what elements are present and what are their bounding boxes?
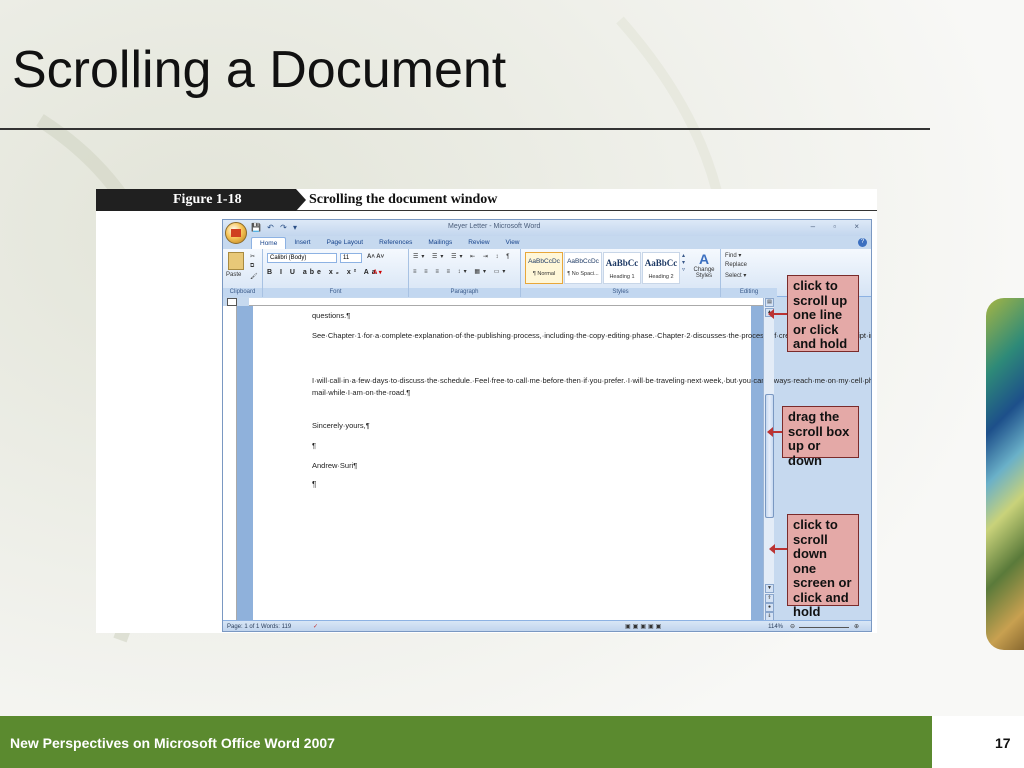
select-button[interactable]: Select ▾ xyxy=(725,272,746,279)
vertical-scrollbar[interactable]: ▤ ▲ ▼ ⇑ ● ⇓ xyxy=(763,298,774,621)
style-no-spacing[interactable]: AaBbCcDc ¶ No Spaci... xyxy=(564,252,602,284)
copy-icon[interactable]: ⧉ xyxy=(250,263,254,270)
figure: Figure 1-18 Scrolling the document windo… xyxy=(96,189,877,633)
style-normal[interactable]: AaBbCcDc ¶ Normal xyxy=(525,252,563,284)
font-size-box[interactable]: 11 xyxy=(340,253,362,263)
cut-icon[interactable]: ✂ xyxy=(250,253,255,260)
window-controls[interactable]: – ▫ × xyxy=(811,222,867,231)
office-logo-icon xyxy=(231,229,241,237)
tab-insert[interactable]: Insert xyxy=(286,237,318,249)
vertical-ruler[interactable] xyxy=(223,306,237,620)
zoom-level[interactable]: 114% xyxy=(768,624,783,630)
scroll-box[interactable] xyxy=(765,394,774,518)
group-paragraph: ☰▾ ☰▾ ☰▾ ⇤ ⇥ ↕ ¶ ≡ ≡ ≡ ≡ ↕▾ ▦▾ ▭▾ Paragr… xyxy=(409,249,521,297)
style-heading-2[interactable]: AaBbCc Heading 2 xyxy=(642,252,680,284)
change-styles-label: Change Styles xyxy=(693,267,715,279)
figure-label-arrow xyxy=(296,189,306,211)
peacock-feather-decoration xyxy=(986,298,1024,650)
status-page-words[interactable]: Page: 1 of 1 Words: 119 xyxy=(227,624,291,630)
format-painter-icon[interactable]: 🖌 xyxy=(250,273,258,280)
doc-closing: Sincerely·yours,¶ xyxy=(312,421,370,430)
tab-page-layout[interactable]: Page Layout xyxy=(319,237,372,249)
group-label-editing: Editing xyxy=(721,288,777,297)
help-icon[interactable]: ? xyxy=(858,238,867,247)
zoom-slider[interactable] xyxy=(799,627,849,628)
title-divider xyxy=(0,128,930,130)
find-button[interactable]: Find ▾ xyxy=(725,252,741,259)
view-buttons-icon[interactable]: ▣▣▣▣▣ xyxy=(625,623,663,630)
style-preview: AaBbCc xyxy=(644,258,678,268)
change-styles-button[interactable]: A Change Styles xyxy=(689,251,719,279)
zoom-out-icon[interactable]: ⊖ xyxy=(790,623,795,630)
callout-scroll-box: drag the scroll box up or down xyxy=(782,406,859,467)
tab-mailings[interactable]: Mailings xyxy=(420,237,460,249)
font-format-buttons[interactable]: B I U abe x₂ x² Aa xyxy=(267,269,379,276)
ribbon: Paste ✂ ⧉ 🖌 Clipboard Calibri (Body) 11 … xyxy=(223,249,871,297)
slide-title: Scrolling a Document xyxy=(12,41,507,99)
group-label-font: Font xyxy=(263,288,408,297)
browse-object-icon[interactable]: ● xyxy=(765,603,774,612)
ribbon-tabs: Home Insert Page Layout References Maili… xyxy=(251,237,528,249)
callout-scroll-down: click to scroll down one screen or click… xyxy=(787,514,859,619)
style-name: ¶ No Spaci... xyxy=(567,271,599,277)
paste-icon[interactable] xyxy=(228,252,244,270)
office-button[interactable] xyxy=(225,222,247,244)
alignment-buttons-icon[interactable]: ≡ ≡ ≡ ≡ ↕▾ ▦▾ ▭▾ xyxy=(413,268,508,275)
figure-caption: Scrolling the document window xyxy=(309,192,498,207)
styles-scroll-icon[interactable]: ▴ ▾ ▿ xyxy=(682,252,685,273)
style-heading-1[interactable]: AaBbCc Heading 1 xyxy=(603,252,641,284)
group-styles: AaBbCcDc ¶ Normal AaBbCcDc ¶ No Spaci...… xyxy=(521,249,721,297)
horizontal-ruler[interactable] xyxy=(249,298,769,306)
footer-text: New Perspectives on Microsoft Office Wor… xyxy=(10,735,335,751)
previous-page-icon[interactable]: ⇑ xyxy=(765,594,774,603)
doc-paragraph-3: I·will·call·in·a·few·days·to·discuss·the… xyxy=(312,376,872,397)
document-page[interactable]: questions.¶ See·Chapter·1·for·a·complete… xyxy=(253,306,872,620)
list-buttons-icon[interactable]: ☰▾ ☰▾ ☰▾ ⇤ ⇥ ↕ ¶ xyxy=(413,253,512,260)
style-preview: AaBbCc xyxy=(605,258,639,268)
change-styles-icon: A xyxy=(698,251,710,267)
callout-scroll-up: click to scroll up one line or click and… xyxy=(787,275,859,352)
tab-selector[interactable] xyxy=(227,298,237,306)
ruler-toggle-icon[interactable]: ▤ xyxy=(765,298,774,307)
doc-blank-line: ¶ xyxy=(312,441,317,450)
proofing-icon[interactable]: ✓ xyxy=(313,623,318,630)
tab-references[interactable]: References xyxy=(371,237,420,249)
slide-number: 17 xyxy=(995,735,1011,751)
style-name: ¶ Normal xyxy=(532,271,556,277)
doc-signature: Andrew·Suri¶ xyxy=(312,461,358,470)
scroll-down-arrow[interactable]: ▼ xyxy=(765,584,774,593)
doc-paragraph-2: See·Chapter·1·for·a·complete·explanation… xyxy=(312,331,871,340)
doc-paragraph-1: questions.¶ xyxy=(312,311,351,320)
group-label-styles: Styles xyxy=(521,288,720,297)
word-window: 💾 ↶ ↷ ▾ Meyer Letter - Microsoft Word – … xyxy=(222,219,872,632)
quick-access-toolbar[interactable]: 💾 ↶ ↷ ▾ xyxy=(251,223,299,232)
figure-header: Figure 1-18 Scrolling the document windo… xyxy=(96,189,877,211)
tab-view[interactable]: View xyxy=(498,237,528,249)
callout-arrow-up xyxy=(768,309,788,319)
replace-button[interactable]: Replace xyxy=(725,262,747,268)
tab-home[interactable]: Home xyxy=(251,237,287,249)
group-label-clipboard: Clipboard xyxy=(223,288,262,297)
group-label-paragraph: Paragraph xyxy=(409,288,520,297)
font-name-box[interactable]: Calibri (Body) xyxy=(267,253,337,263)
figure-label: Figure 1-18 xyxy=(96,189,296,211)
paste-button[interactable]: Paste xyxy=(226,272,241,278)
callout-arrow-down xyxy=(769,544,788,554)
style-name: Heading 2 xyxy=(648,274,674,280)
group-font: Calibri (Body) 11 A˄ A˅ B I U abe x₂ x² … xyxy=(263,249,409,297)
grow-font-icon[interactable]: A˄ A˅ xyxy=(367,254,384,260)
style-name: Heading 1 xyxy=(609,274,635,280)
insertion-point: ¶ xyxy=(312,480,317,489)
zoom-in-icon[interactable]: ⊕ xyxy=(854,623,859,630)
group-editing: Find ▾ Replace Select ▾ Editing xyxy=(721,249,777,297)
tab-review[interactable]: Review xyxy=(460,237,497,249)
style-preview: AaBbCcDc xyxy=(567,258,599,265)
group-clipboard: Paste ✂ ⧉ 🖌 Clipboard xyxy=(223,249,263,297)
style-preview: AaBbCcDc xyxy=(528,258,560,265)
title-bar: 💾 ↶ ↷ ▾ Meyer Letter - Microsoft Word – … xyxy=(223,220,871,236)
font-color-icon[interactable]: A ▾ xyxy=(373,269,382,276)
window-title: Meyer Letter - Microsoft Word xyxy=(448,223,541,230)
status-bar: Page: 1 of 1 Words: 119 ✓ ▣▣▣▣▣ 114% ⊖ ⊕ xyxy=(223,620,871,631)
